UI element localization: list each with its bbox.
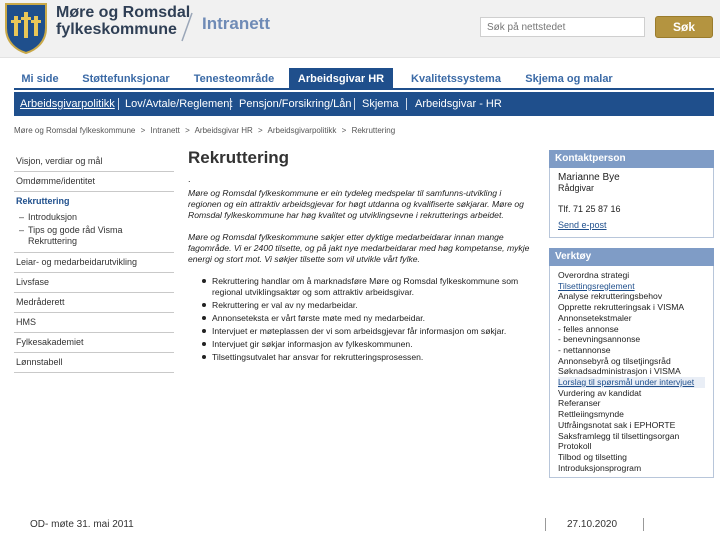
- subnav-separator: [406, 98, 407, 110]
- tool-item[interactable]: Overordna strategi: [558, 270, 705, 281]
- tool-item[interactable]: Referanser: [558, 398, 705, 409]
- breadcrumb: Møre og Romsdal fylkeskommune > Intranet…: [14, 126, 398, 135]
- tool-item[interactable]: Søknadsadministrasjon i VISMA: [558, 366, 705, 377]
- tool-item[interactable]: Vurdering av kandidat: [558, 388, 705, 399]
- subnav-separator: [354, 98, 355, 110]
- breadcrumb-separator: >: [258, 126, 263, 135]
- tool-item[interactable]: Opprette rekrutteringsak i VISMA: [558, 302, 705, 313]
- bullet-item: Intervjuet er møteplassen der vi som arb…: [202, 326, 533, 337]
- tool-item[interactable]: Tilsettingsreglement: [558, 281, 705, 292]
- search-button[interactable]: Søk: [655, 16, 713, 38]
- breadcrumb-separator: >: [341, 126, 347, 135]
- breadcrumb-current: Rekruttering: [351, 126, 396, 135]
- tool-item[interactable]: Saksframlegg til tilsettingsorgan: [558, 431, 705, 442]
- footer-divider: [643, 518, 644, 531]
- sidebar-item-medraderett[interactable]: Medråderett: [14, 293, 174, 313]
- contact-phone: Tlf. 71 25 87 16: [558, 204, 621, 214]
- sub-navigation: Arbeidsgivarpolitikk Lov/Avtale/Reglemen…: [14, 92, 714, 116]
- organization-name[interactable]: Møre og Romsdal fylkeskommune: [56, 4, 190, 38]
- tool-item[interactable]: Annonsebyrå og tilsetjingsråd: [558, 356, 705, 367]
- footer-meeting-label: OD- møte 31. mai 2011: [30, 519, 134, 530]
- sidebar-item-livsfase[interactable]: Livsfase: [14, 273, 174, 293]
- tab-skjema-og-malar[interactable]: Skjema og malar: [517, 68, 621, 90]
- sidebar-subitems: Introduksjon Tips og gode råd Visma Rekr…: [14, 211, 174, 253]
- sidebar-subitem-tips-visma[interactable]: Tips og gode råd Visma Rekruttering: [14, 224, 174, 248]
- coat-of-arms-logo[interactable]: [4, 2, 48, 54]
- footer-divider: [545, 518, 546, 531]
- page-title: Rekruttering: [188, 148, 290, 167]
- contact-box-title: Kontaktperson: [549, 150, 714, 168]
- bullet-item: Rekruttering handlar om å marknadsføre M…: [202, 276, 533, 298]
- sidebar-subitem-introduksjon[interactable]: Introduksjon: [14, 211, 174, 224]
- tab-stottefunksjonar[interactable]: Støttefunksjonar: [76, 68, 176, 90]
- left-sidebar: Visjon, verdiar og mål Omdømme/identitet…: [14, 152, 174, 373]
- bullet-item: Intervjuet gir søkjar informasjon av fyl…: [202, 339, 533, 350]
- main-content: Rekruttering . Møre og Romsdal fylkeskom…: [188, 148, 533, 365]
- tool-item[interactable]: - benevningsannonse: [558, 334, 705, 345]
- tools-box-title: Verktøy: [549, 248, 714, 266]
- tool-item[interactable]: - felles annonse: [558, 324, 705, 335]
- subnav-pensjon-forsikring-lan[interactable]: Pensjon/Forsikring/Lån: [239, 92, 352, 116]
- contact-box: Kontaktperson Marianne Bye Rådgivar Tlf.…: [549, 150, 714, 238]
- content-dot: .: [188, 174, 191, 184]
- bullet-item: Rekruttering er val av ny medarbeidar.: [202, 300, 533, 311]
- breadcrumb-item[interactable]: Møre og Romsdal fylkeskommune: [14, 126, 135, 135]
- breadcrumb-item[interactable]: Intranett: [151, 126, 180, 135]
- bullet-item: Tilsettingsutvalet har ansvar for rekrut…: [202, 352, 533, 363]
- footer-date: 27.10.2020: [567, 519, 618, 530]
- intro-paragraph: Møre og Romsdal fylkeskommune er ein tyd…: [188, 188, 524, 220]
- subnav-arbeidsgivarpolitikk[interactable]: Arbeidsgivarpolitikk: [20, 92, 115, 116]
- bullet-list: Rekruttering handlar om å marknadsføre M…: [202, 276, 533, 363]
- sidebar-item-lonnstabell[interactable]: Lønnstabell: [14, 353, 174, 373]
- tab-arbeidsgivar-hr[interactable]: Arbeidsgivar HR: [289, 68, 393, 90]
- tools-box: Verktøy Overordna strategi Tilsettingsreg…: [549, 248, 714, 479]
- subnav-skjema[interactable]: Skjema: [362, 92, 399, 116]
- sidebar-item-fylkesakademiet[interactable]: Fylkesakademiet: [14, 333, 174, 353]
- tool-item[interactable]: Tilbod og tilsetting: [558, 452, 705, 463]
- breadcrumb-separator: >: [185, 126, 190, 135]
- tool-item[interactable]: - nettannonse: [558, 345, 705, 356]
- tool-item[interactable]: Analyse rekrutteringsbehov: [558, 291, 705, 302]
- subnav-arbeidsgivar-hr[interactable]: Arbeidsgivar - HR: [415, 92, 502, 116]
- body-paragraph: Møre og Romsdal fylkeskommune søkjer ett…: [188, 232, 530, 264]
- sidebar-item-omdomme[interactable]: Omdømme/identitet: [14, 172, 174, 192]
- contact-box-body: Marianne Bye Rådgivar Tlf. 71 25 87 16 S…: [549, 168, 714, 238]
- sidebar-item-leiarutvikling[interactable]: Leiar- og medarbeidarutvikling: [14, 253, 174, 273]
- main-navigation: Mi side Støttefunksjonar Tenesteområde A…: [14, 68, 714, 90]
- breadcrumb-item[interactable]: Arbeidsgivar HR: [195, 126, 253, 135]
- tool-item[interactable]: Utfråingsnotat sak i EPHORTE: [558, 420, 705, 431]
- tool-item[interactable]: Protokoll: [558, 441, 705, 452]
- tab-tenesteomrade[interactable]: Tenesteområde: [188, 68, 280, 90]
- tools-box-body: Overordna strategi Tilsettingsreglement An…: [549, 266, 714, 479]
- section-title: Intranett: [202, 14, 270, 33]
- sidebar-item-rekruttering[interactable]: Rekruttering: [14, 192, 174, 211]
- tool-item[interactable]: Annonsetekstmaler: [558, 313, 705, 324]
- bullet-item: Annonseteksta er vårt første møte med ny…: [202, 313, 533, 324]
- org-line-2: fylkeskommune: [56, 21, 177, 38]
- site-header: Møre og Romsdal fylkeskommune Intranett …: [0, 0, 720, 58]
- sidebar-item-visjon[interactable]: Visjon, verdiar og mål: [14, 152, 174, 172]
- subnav-lov-avtale-reglement[interactable]: Lov/Avtale/Reglement: [125, 92, 232, 116]
- send-email-link[interactable]: Send e-post: [558, 220, 607, 230]
- breadcrumb-separator: >: [140, 126, 146, 135]
- search-input[interactable]: [480, 17, 645, 37]
- org-line-1: Møre og Romsdal: [56, 4, 191, 21]
- subnav-separator: [230, 98, 231, 110]
- tool-item[interactable]: Lorslag til spørsmål under intervjuet: [558, 377, 705, 388]
- tool-item[interactable]: Rettleiingsmynde: [558, 409, 705, 420]
- divider-slash: [181, 12, 193, 42]
- tab-mi-side[interactable]: Mi side: [14, 68, 66, 90]
- tab-kvalitetssystema[interactable]: Kvalitetssystema: [406, 68, 506, 90]
- tool-item[interactable]: Introduksjonsprogram: [558, 463, 705, 474]
- subnav-separator: [118, 98, 119, 110]
- contact-name: Marianne Bye: [558, 172, 620, 183]
- contact-role: Rådgivar: [558, 183, 595, 193]
- sidebar-item-hms[interactable]: HMS: [14, 313, 174, 333]
- breadcrumb-item[interactable]: Arbeidsgivarpolitikk: [268, 126, 337, 135]
